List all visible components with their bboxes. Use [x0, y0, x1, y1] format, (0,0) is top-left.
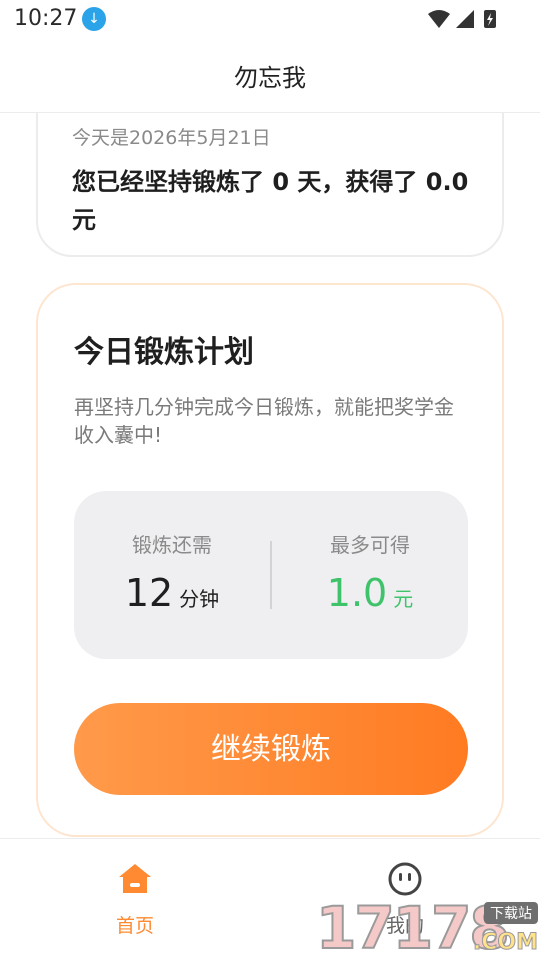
face-icon — [388, 862, 422, 896]
watermark-suffix: .COM — [472, 930, 538, 956]
date-text: 今天是2026年5月21日 — [72, 127, 271, 149]
watermark-logo: 17178 下载站 .COM — [315, 895, 540, 961]
download-icon: ↓ — [82, 7, 106, 31]
remaining-unit: 分钟 — [179, 587, 220, 611]
remaining-stat: 锻炼还需 12 分钟 — [74, 491, 270, 659]
scroll-content[interactable]: 今天是2026年5月21日 您已经坚持锻炼了 0 天，获得了 0.0 元 今日锻… — [0, 113, 540, 838]
reward-value: 1.0 — [326, 571, 388, 615]
wifi-icon — [428, 10, 450, 28]
stats-box: 锻炼还需 12 分钟 最多可得 1.0 元 — [74, 491, 468, 659]
remaining-label: 锻炼还需 — [132, 533, 212, 557]
plan-description: 再坚持几分钟完成今日锻炼，就能把奖学金收入囊中! — [74, 395, 454, 447]
continue-exercise-button[interactable]: 继续锻炼 — [74, 703, 468, 795]
plan-title: 今日锻炼计划 — [74, 335, 254, 370]
status-bar: 10:27 ↓ — [0, 0, 540, 36]
plan-card: 今日锻炼计划 再坚持几分钟完成今日锻炼，就能把奖学金收入囊中! 锻炼还需 12 分… — [36, 283, 504, 837]
app-bar: 勿忘我 — [0, 36, 540, 113]
reward-label: 最多可得 — [330, 533, 410, 557]
status-icons — [428, 10, 496, 28]
reward-unit: 元 — [393, 587, 414, 611]
summary-card: 今天是2026年5月21日 您已经坚持锻炼了 0 天，获得了 0.0 元 — [36, 113, 504, 257]
home-icon — [119, 864, 151, 893]
page-title: 勿忘我 — [234, 64, 306, 92]
nav-label-home: 首页 — [115, 915, 154, 937]
reward-stat: 最多可得 1.0 元 — [272, 491, 468, 659]
status-time: 10:27 — [14, 6, 78, 31]
streak-text: 您已经坚持锻炼了 0 天，获得了 0.0 元 — [72, 168, 469, 234]
remaining-value: 12 — [124, 571, 174, 615]
nav-item-home[interactable]: 首页 — [0, 839, 270, 961]
signal-icon — [456, 10, 474, 28]
watermark-badge: 下载站 — [484, 902, 538, 924]
